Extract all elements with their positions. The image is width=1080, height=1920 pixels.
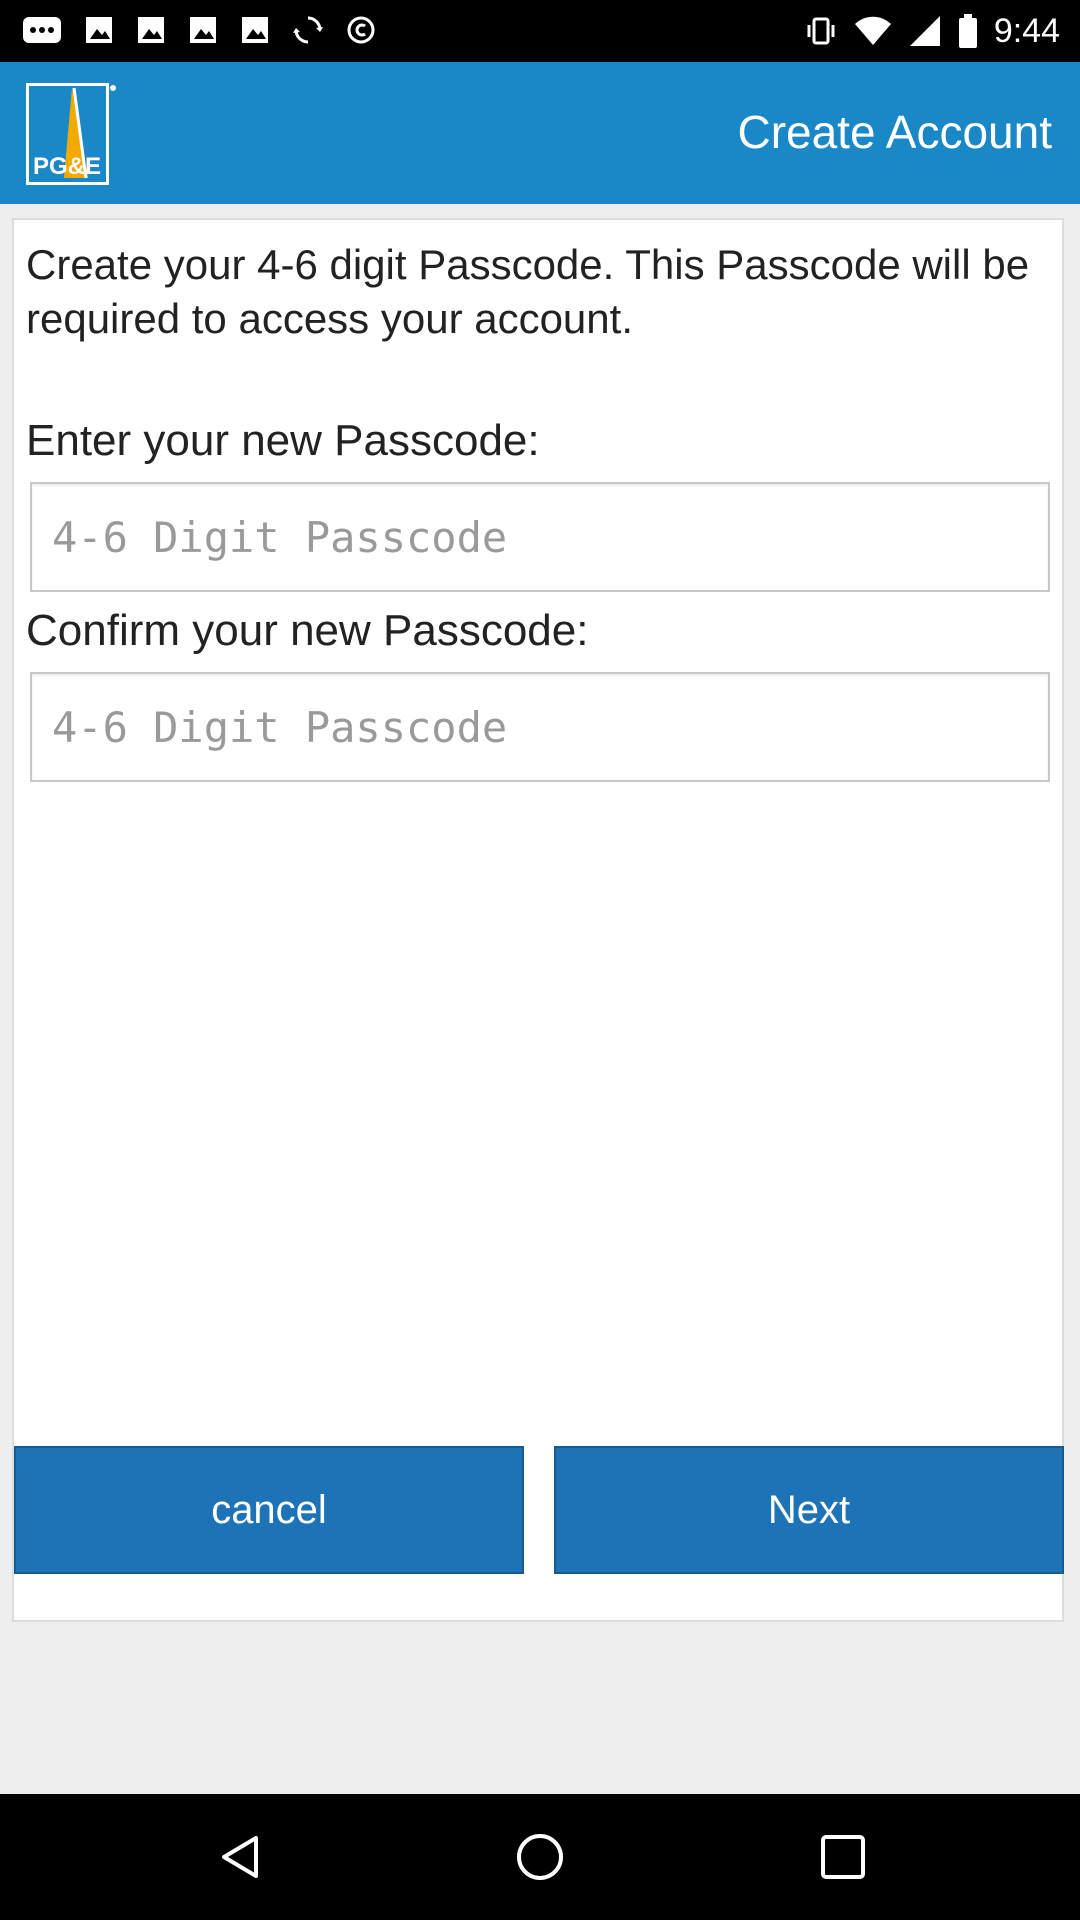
image-icon [242,17,268,43]
pge-logo: PG&E [26,83,116,185]
status-system-icons: 9:44 [804,12,1060,50]
battery-icon [958,14,977,48]
new-passcode-label: Enter your new Passcode: [26,416,540,465]
navigation-bar [0,1794,1080,1920]
instruction-text: Create your 4-6 digit Passcode. This Pas… [26,241,1030,342]
home-icon[interactable] [515,1832,565,1882]
app-bar: PG&E Create Account [0,62,1080,204]
new-passcode-input[interactable] [32,484,1048,590]
more-icon [23,17,61,43]
image-icon [190,17,216,43]
next-button[interactable]: Next [554,1446,1064,1574]
back-icon[interactable] [216,1832,266,1882]
new-passcode-field-box [30,482,1050,592]
passcode-card: Create your 4-6 digit Passcode. This Pas… [12,218,1064,1622]
copyright-icon [347,16,375,44]
sync-icon [293,16,323,44]
status-time: 9:44 [993,12,1060,50]
image-icon [138,17,164,43]
cancel-button[interactable]: cancel [14,1446,524,1574]
svg-text:PG&E: PG&E [33,153,101,180]
image-icon [86,17,112,43]
status-notification-icons [22,14,376,46]
confirm-passcode-input[interactable] [32,674,1048,780]
wifi-icon [854,16,891,45]
recents-icon[interactable] [818,1832,868,1882]
confirm-passcode-field-box [30,672,1050,782]
status-bar: 9:44 [0,0,1080,62]
page-title: Create Account [737,106,1052,158]
vibrate-icon [807,17,835,45]
signal-icon [909,16,940,46]
confirm-passcode-label: Confirm your new Passcode: [26,606,589,655]
